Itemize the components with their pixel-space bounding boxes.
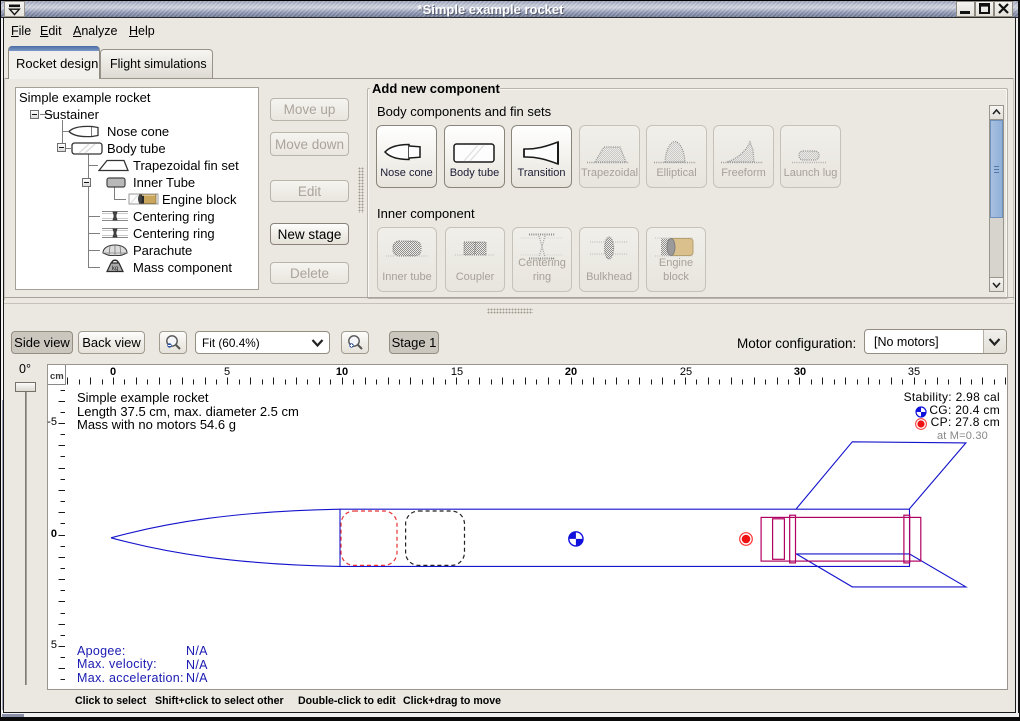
svg-text:kg: kg <box>112 266 118 272</box>
